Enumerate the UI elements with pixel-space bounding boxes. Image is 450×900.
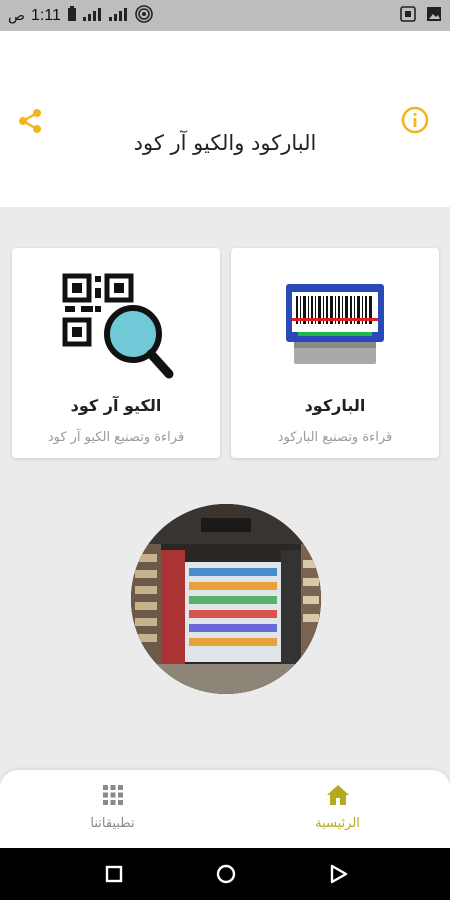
hotspot-icon <box>135 4 153 27</box>
barcode-card-title: الباركود <box>304 396 366 415</box>
barcode-scanner-icon <box>231 266 439 386</box>
nav-label-our-apps: تطبيقاتنا <box>90 816 135 831</box>
app-screen: ص 1:11 الباركود والكيو آر كود الباركود ق… <box>0 0 450 900</box>
qr-card-title: الكيو آر كود <box>70 396 162 415</box>
system-navigation-bar <box>0 848 450 900</box>
signal-4g-icon <box>108 7 129 25</box>
back-triangle-icon <box>330 864 348 884</box>
status-bar: ص 1:11 <box>0 0 450 31</box>
home-icon <box>326 785 349 805</box>
bottom-navigation: تطبيقاتنا الرئيسية <box>0 770 450 848</box>
status-left: ص 1:11 <box>8 4 153 27</box>
nav-item-home[interactable]: الرئيسية <box>225 770 450 848</box>
barcode-card[interactable]: الباركود قراءة وتصنيع الباركود <box>231 248 439 458</box>
barcode-card-subtitle: قراءة وتصنيع الباركود <box>277 430 393 445</box>
battery-icon <box>67 5 77 26</box>
qr-card[interactable]: الكيو آر كود قراءة وتصنيع الكيو آر كود <box>12 248 220 458</box>
recents-button[interactable] <box>102 862 126 886</box>
status-right <box>400 5 442 26</box>
qr-magnifier-icon <box>12 266 220 386</box>
system-home-button[interactable] <box>214 862 238 886</box>
recents-icon <box>105 865 123 883</box>
status-time: 1:11 <box>30 6 61 24</box>
image-icon <box>426 6 442 26</box>
apps-grid-icon <box>102 785 123 805</box>
status-period: ص <box>8 7 25 24</box>
qr-card-subtitle: قراءة وتصنيع الكيو آر كود <box>47 430 185 445</box>
page-title: الباركود والكيو آر كود <box>133 131 317 155</box>
app-header: الباركود والكيو آر كود <box>0 31 450 207</box>
nav-label-home: الرئيسية <box>315 816 360 831</box>
nav-item-our-apps[interactable]: تطبيقاتنا <box>0 770 225 848</box>
signal-icon <box>82 7 103 25</box>
back-button[interactable] <box>326 862 350 886</box>
circle-home-icon <box>216 864 236 884</box>
screenshot-icon <box>400 5 416 26</box>
store-photo <box>131 504 321 694</box>
